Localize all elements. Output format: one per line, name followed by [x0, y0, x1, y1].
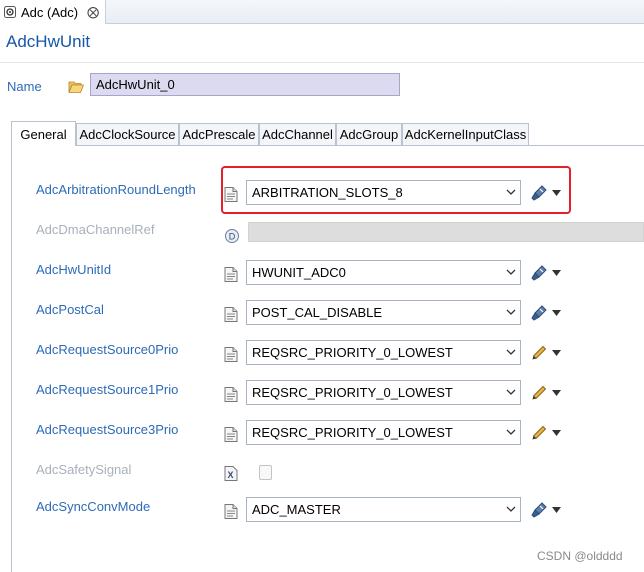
caret-down-icon[interactable]	[552, 270, 561, 276]
caret-down-icon[interactable]	[552, 190, 561, 196]
hw-unit-id-select[interactable]: HWUNIT_ADC0	[246, 260, 521, 285]
combo-value: HWUNIT_ADC0	[252, 265, 346, 280]
param-label-request-source3-prio: AdcRequestSource3Prio	[36, 422, 179, 437]
caret-down-icon[interactable]	[552, 390, 561, 396]
reference-icon: D	[225, 229, 239, 243]
chevron-down-icon	[506, 389, 516, 395]
folder-open-icon	[68, 81, 84, 93]
description-doc-icon[interactable]	[224, 267, 238, 282]
tab-adc-prescale[interactable]: AdcPrescale	[179, 123, 259, 145]
svg-text:D: D	[229, 232, 236, 242]
name-input[interactable]	[90, 73, 400, 96]
tab-adc-channel[interactable]: AdcChannel	[259, 123, 336, 145]
description-doc-icon[interactable]	[224, 504, 238, 519]
svg-text:X: X	[227, 470, 233, 480]
pencil-icon[interactable]	[531, 345, 547, 361]
editor-tab-adc[interactable]: Adc (Adc) ⨂	[0, 0, 106, 24]
param-label-safety-signal: AdcSafetySignal	[36, 462, 132, 477]
request-source1-prio-select[interactable]: REQSRC_PRIORITY_0_LOWEST	[246, 380, 521, 405]
chevron-down-icon	[506, 506, 516, 512]
description-doc-icon[interactable]	[224, 347, 238, 362]
calculate-icon[interactable]	[531, 265, 547, 281]
description-doc-icon[interactable]	[224, 387, 238, 402]
chevron-down-icon	[506, 429, 516, 435]
param-label-dma-channel-ref: AdcDmaChannelRef	[36, 222, 155, 237]
arbitration-round-length-select[interactable]: ARBITRATION_SLOTS_8	[246, 180, 521, 205]
name-label: Name	[7, 79, 42, 94]
post-cal-select[interactable]: POST_CAL_DISABLE	[246, 300, 521, 325]
boolean-doc-icon: X	[224, 466, 238, 481]
tab-adc-group[interactable]: AdcGroup	[336, 123, 402, 145]
combo-value: ARBITRATION_SLOTS_8	[252, 185, 403, 200]
combo-value: ADC_MASTER	[252, 502, 341, 517]
calculate-icon[interactable]	[531, 185, 547, 201]
param-label-sync-conv-mode: AdcSyncConvMode	[36, 499, 151, 514]
combo-value: REQSRC_PRIORITY_0_LOWEST	[252, 385, 453, 400]
editor-tab-title: Adc (Adc)	[21, 4, 79, 20]
pencil-icon[interactable]	[531, 425, 547, 441]
pencil-icon[interactable]	[531, 385, 547, 401]
editor-tab-bar: Adc (Adc) ⨂	[0, 0, 644, 24]
title-divider	[0, 62, 644, 63]
param-label-request-source0-prio: AdcRequestSource0Prio	[36, 342, 179, 357]
page-title: AdcHwUnit	[6, 32, 91, 51]
request-source0-prio-select[interactable]: REQSRC_PRIORITY_0_LOWEST	[246, 340, 521, 365]
tab-adc-kernel-input-class[interactable]: AdcKernelInputClass	[402, 123, 529, 145]
chevron-down-icon	[506, 189, 516, 195]
description-doc-icon[interactable]	[224, 427, 238, 442]
dma-channel-ref-field	[248, 222, 644, 242]
module-config-icon	[4, 6, 16, 18]
request-source3-prio-select[interactable]: REQSRC_PRIORITY_0_LOWEST	[246, 420, 521, 445]
chevron-down-icon	[506, 269, 516, 275]
chevron-down-icon	[506, 309, 516, 315]
param-label-arbitration-round-length: AdcArbitrationRoundLength	[36, 182, 196, 197]
param-label-hw-unit-id: AdcHwUnitId	[36, 262, 112, 277]
chevron-down-icon	[506, 349, 516, 355]
watermark: CSDN @oldddd	[537, 549, 623, 563]
tab-general[interactable]: General	[11, 121, 76, 146]
safety-signal-checkbox[interactable]	[259, 465, 272, 480]
calculate-icon[interactable]	[531, 305, 547, 321]
combo-value: REQSRC_PRIORITY_0_LOWEST	[252, 345, 453, 360]
tab-adc-clock-source[interactable]: AdcClockSource	[76, 123, 179, 145]
param-label-request-source1-prio: AdcRequestSource1Prio	[36, 382, 179, 397]
combo-value: POST_CAL_DISABLE	[252, 305, 383, 320]
caret-down-icon[interactable]	[552, 430, 561, 436]
close-icon[interactable]: ⨂	[87, 5, 99, 19]
sub-tab-bar: General AdcClockSource AdcPrescale AdcCh…	[11, 121, 644, 146]
description-doc-icon[interactable]	[224, 187, 238, 202]
param-label-post-cal: AdcPostCal	[36, 302, 104, 317]
caret-down-icon[interactable]	[552, 350, 561, 356]
caret-down-icon[interactable]	[552, 507, 561, 513]
calculate-icon[interactable]	[531, 502, 547, 518]
caret-down-icon[interactable]	[552, 310, 561, 316]
sync-conv-mode-select[interactable]: ADC_MASTER	[246, 497, 521, 522]
combo-value: REQSRC_PRIORITY_0_LOWEST	[252, 425, 453, 440]
description-doc-icon[interactable]	[224, 307, 238, 322]
